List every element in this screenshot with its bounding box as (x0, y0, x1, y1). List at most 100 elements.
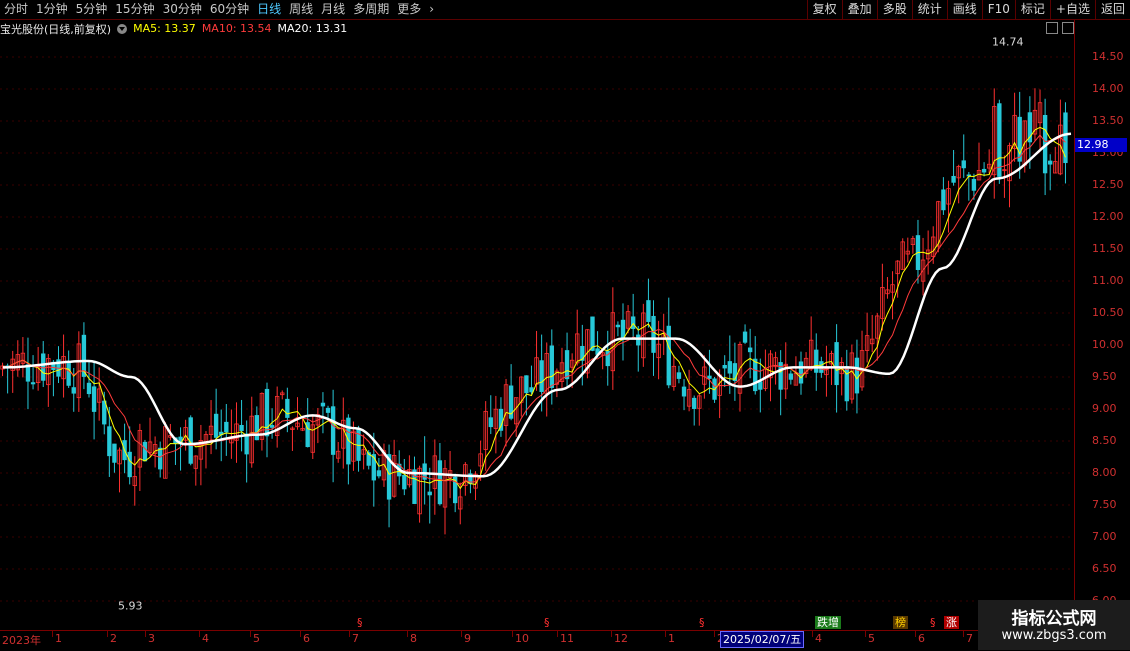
date-tick-mark (250, 631, 251, 637)
toolbar-button[interactable]: 叠加 (841, 0, 877, 19)
chevron-right-icon[interactable]: › (425, 0, 438, 19)
toolbar-button[interactable]: 标记 (1014, 0, 1050, 19)
candle-body (961, 160, 966, 169)
toolbar-button[interactable]: 画线 (946, 0, 982, 19)
period-tab[interactable]: 日线 (253, 0, 285, 19)
date-tick: 7 (352, 632, 359, 645)
period-tab[interactable]: 周线 (285, 0, 317, 19)
candle-body (834, 342, 839, 386)
maximize-icon[interactable] (1062, 22, 1074, 34)
candle-body (371, 454, 376, 481)
date-tick: 8 (410, 632, 417, 645)
period-tab[interactable]: 1分钟 (32, 0, 72, 19)
date-tick-mark (812, 631, 813, 637)
high-price-label: 14.74 (992, 37, 1024, 49)
candle-body (539, 360, 544, 392)
date-tick-mark (865, 631, 866, 637)
price-tick: 11.50 (1092, 242, 1124, 255)
period-tab[interactable]: 分时 (0, 0, 32, 19)
period-tab[interactable]: 60分钟 (206, 0, 253, 19)
date-tick: 2 (110, 632, 117, 645)
toolbar-button[interactable]: +自选 (1049, 0, 1095, 19)
candle-body (437, 460, 443, 505)
toolbar-button[interactable]: F10 (981, 0, 1015, 19)
candle-body (427, 491, 432, 496)
price-tick: 8.50 (1092, 434, 1117, 447)
date-tick: 6 (918, 632, 925, 645)
candle-body (646, 300, 651, 322)
candle-body (41, 353, 46, 381)
candle-body (158, 447, 163, 470)
candle-body (997, 103, 1002, 177)
candle-body (285, 398, 290, 418)
price-tick: 10.00 (1092, 338, 1124, 351)
date-tick-mark (512, 631, 513, 637)
candle-body (127, 451, 132, 478)
candle-body (529, 387, 534, 393)
date-tick: 5 (868, 632, 875, 645)
candle-body (86, 382, 92, 395)
candle-body (66, 363, 71, 386)
price-tick: 12.00 (1092, 210, 1124, 223)
date-tick-mark (611, 631, 612, 637)
date-tick-mark (107, 631, 108, 637)
period-tab[interactable]: 月线 (317, 0, 349, 19)
candle-body (102, 400, 107, 425)
period-tab[interactable]: 多周期 (349, 0, 393, 19)
date-tick: 11 (560, 632, 574, 645)
ma20-value: MA20: 13.31 (277, 22, 348, 35)
event-flag[interactable]: § (355, 616, 365, 629)
ma10-value: MA10: 13.54 (201, 22, 272, 35)
ma5-line (2, 126, 1066, 490)
candle-body (844, 366, 849, 402)
event-flag[interactable]: § (697, 616, 707, 629)
stock-title: 宝光股份(日线,前复权) (0, 22, 112, 36)
candle-body (488, 417, 493, 428)
price-tick: 13.50 (1092, 114, 1124, 127)
period-tab[interactable]: 15分钟 (111, 0, 158, 19)
candle-body (814, 349, 819, 373)
event-flag[interactable]: § (542, 616, 552, 629)
date-tick-mark (349, 631, 350, 637)
date-tick: 4 (815, 632, 822, 645)
date-tick-mark (915, 631, 916, 637)
period-tab[interactable]: 更多 (393, 0, 425, 19)
candle-body (213, 413, 219, 438)
candle-body (630, 316, 636, 329)
indicator-bar: 宝光股份(日线,前复权) MA5: 13.37 MA10: 13.54 MA20… (0, 20, 353, 37)
chevron-down-icon[interactable] (117, 23, 128, 34)
candle-body (651, 315, 656, 353)
candle-body (615, 324, 621, 328)
period-tab[interactable]: 5分钟 (72, 0, 112, 19)
date-tick-mark (52, 631, 53, 637)
candle-body (758, 381, 763, 390)
toolbar-button[interactable]: 复权 (806, 0, 842, 19)
date-tick: 1 (55, 632, 62, 645)
current-price-tag: 12.98 (1075, 138, 1127, 152)
kline-chart[interactable]: 14.74 5.93 (0, 37, 1074, 630)
candle-body (107, 426, 112, 457)
price-tick: 14.00 (1092, 82, 1124, 95)
candle-body (681, 386, 687, 397)
event-flag[interactable]: § (928, 616, 938, 629)
toolbar-button[interactable]: 返回 (1094, 0, 1130, 19)
toolbar-button[interactable]: 统计 (911, 0, 947, 19)
minimize-icon[interactable] (1046, 22, 1058, 34)
event-flag[interactable]: 跌增 (815, 616, 841, 629)
event-flag[interactable]: 榜 (893, 616, 908, 629)
date-tick-mark (300, 631, 301, 637)
candle-body (951, 175, 956, 183)
date-tick-mark (199, 631, 200, 637)
candle-body (854, 357, 860, 394)
date-tick-mark (461, 631, 462, 637)
low-price-label: 5.93 (118, 599, 143, 612)
event-flag[interactable]: 涨 (944, 616, 959, 629)
y-axis-divider (1074, 20, 1075, 630)
price-tick: 14.50 (1092, 50, 1124, 63)
period-tab[interactable]: 30分钟 (159, 0, 206, 19)
candle-body (692, 397, 697, 409)
candle-body (91, 386, 97, 412)
toolbar-button[interactable]: 多股 (876, 0, 912, 19)
candle-body (71, 387, 76, 394)
candle-body (676, 372, 682, 379)
